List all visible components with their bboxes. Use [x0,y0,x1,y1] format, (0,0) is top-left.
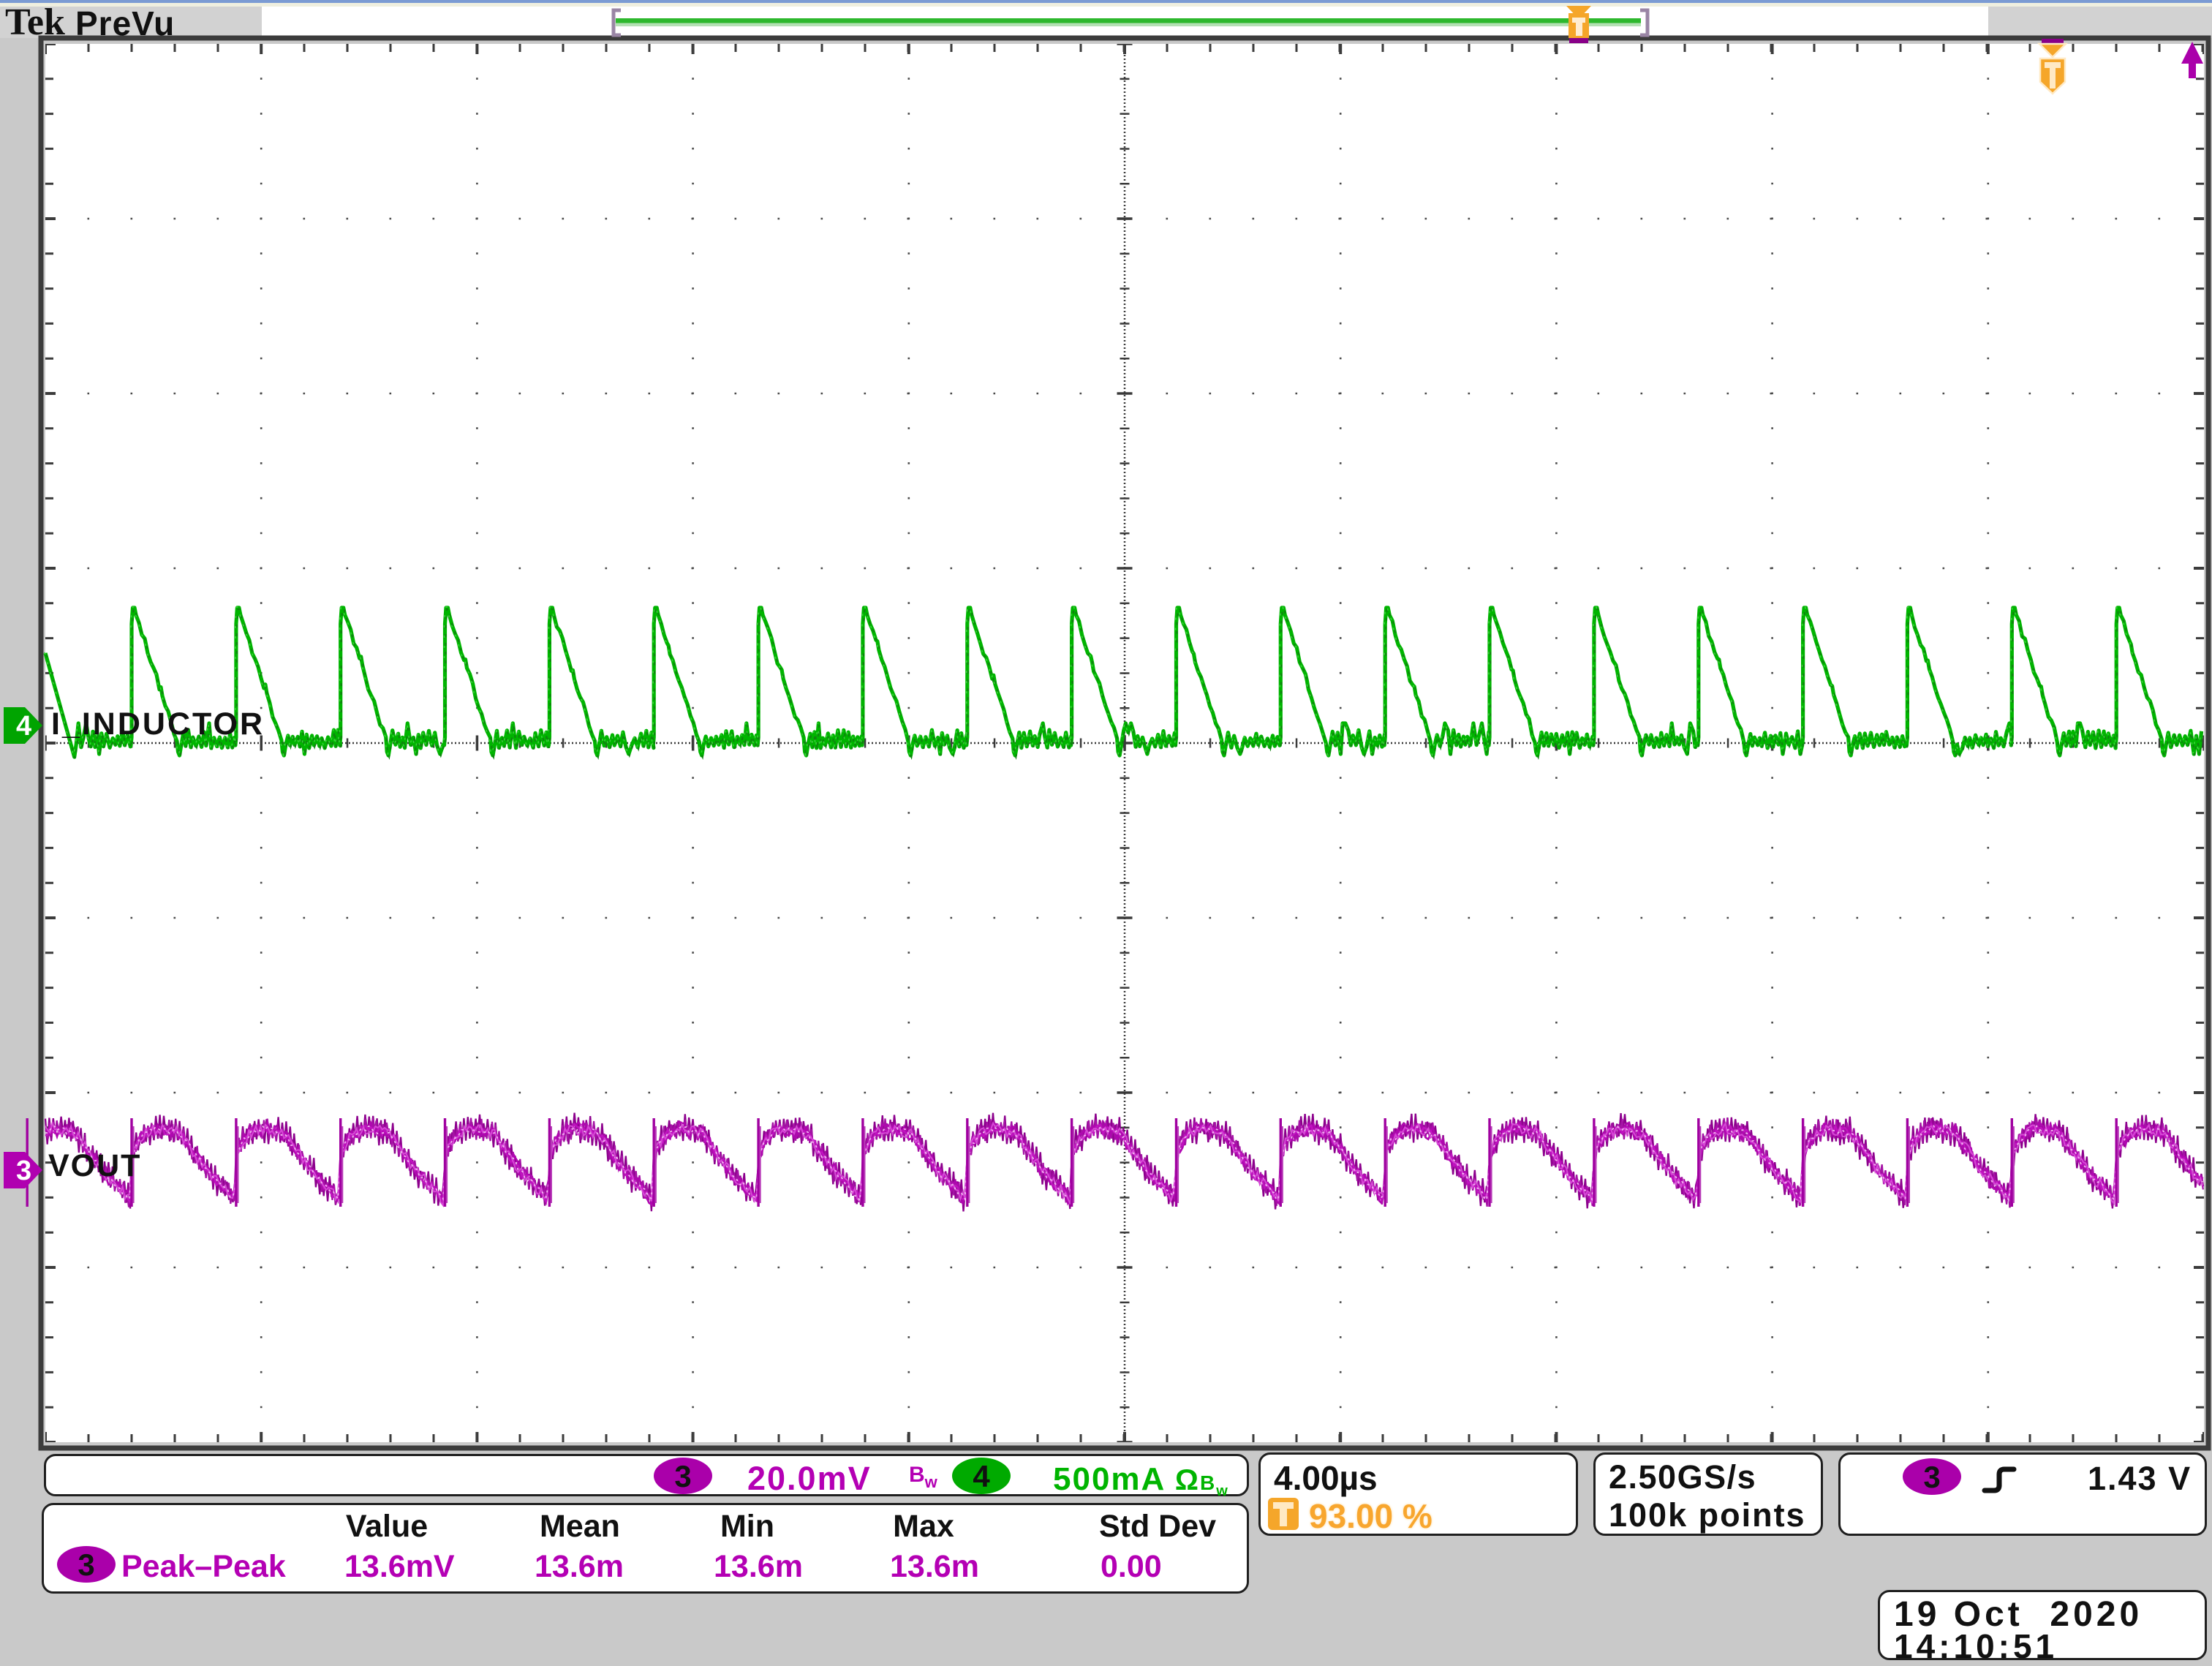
svg-text:3: 3 [1923,1460,1940,1494]
svg-text:4: 4 [973,1459,990,1493]
svg-text:3: 3 [78,1548,94,1582]
svg-text:3: 3 [674,1459,691,1493]
svg-text:3: 3 [16,1156,31,1186]
svg-text:4: 4 [16,711,31,742]
